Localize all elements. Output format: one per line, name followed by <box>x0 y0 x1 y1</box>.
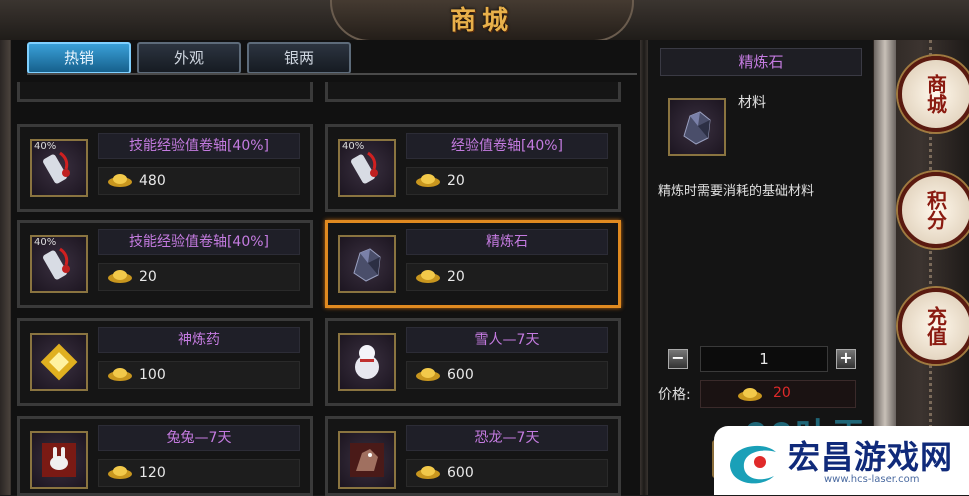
item-grid-panel: 热销 外观 银两 40% 技能经验值卷轴[40%] 480 40% 经验值卷轴[40%]… <box>10 40 641 496</box>
total-price-value: 20 <box>773 385 791 401</box>
item-slot: 40% <box>30 235 88 293</box>
side-button-points[interactable]: 积分 <box>898 172 969 248</box>
quantity-minus-button[interactable]: − <box>668 349 688 369</box>
item-name: 技能经验值卷轴[40%] <box>98 133 300 159</box>
detail-item-type: 材料 <box>738 95 766 111</box>
ore-icon <box>683 111 711 145</box>
item-slot <box>338 235 396 293</box>
detail-item-slot <box>668 98 726 156</box>
gold-ingot-icon <box>108 270 132 283</box>
item-price-box: 20 <box>98 263 300 291</box>
item-card[interactable]: 雪人—7天 600 <box>325 318 621 406</box>
item-badge: 40% <box>34 237 57 248</box>
item-price: 600 <box>447 367 474 383</box>
item-slot: 40% <box>30 139 88 197</box>
tab-appearance[interactable]: 外观 <box>137 42 241 74</box>
top-frame: 商城 <box>0 0 969 44</box>
item-card[interactable]: 兔兔—7天 120 <box>17 416 313 496</box>
item-name: 精炼石 <box>406 229 608 255</box>
item-slot: 40% <box>338 139 396 197</box>
title-roof: 商城 <box>330 0 634 42</box>
gold-ingot-icon <box>108 174 132 187</box>
item-price-box: 100 <box>98 361 300 389</box>
item-price-box: 20 <box>406 167 608 195</box>
item-slot <box>30 333 88 391</box>
item-card[interactable]: 40% 技能经验值卷轴[40%] 20 <box>17 220 313 308</box>
detail-description: 精炼时需要消耗的基础材料 <box>658 184 815 199</box>
detail-title: 精炼石 <box>660 48 862 76</box>
watermark: 宏昌游戏网 www.hcs-laser.com <box>714 426 969 495</box>
item-slot <box>338 431 396 489</box>
quantity-plus-button[interactable]: + <box>836 349 856 369</box>
left-pillar <box>0 40 10 495</box>
item-card-partial[interactable] <box>17 82 313 102</box>
item-name: 恐龙—7天 <box>406 425 608 451</box>
item-price-box: 600 <box>406 361 608 389</box>
item-badge: 40% <box>34 141 57 152</box>
item-price-box: 600 <box>406 459 608 487</box>
item-price: 20 <box>447 269 465 285</box>
tab-silver[interactable]: 银两 <box>247 42 351 74</box>
gold-ingot-icon <box>416 466 440 479</box>
item-price: 100 <box>139 367 166 383</box>
item-name: 雪人—7天 <box>406 327 608 353</box>
gold-ingot-icon <box>416 174 440 187</box>
watermark-logo-icon <box>730 445 776 484</box>
item-card[interactable]: 精炼石 20 <box>325 220 621 308</box>
gold-ingot-icon <box>108 466 132 479</box>
gold-ingot-icon <box>108 368 132 381</box>
item-name: 兔兔—7天 <box>98 425 300 451</box>
tab-hot[interactable]: 热销 <box>27 42 131 74</box>
watermark-text: 宏昌游戏网 <box>788 438 954 476</box>
item-price: 120 <box>139 465 166 481</box>
panel-divider <box>640 40 648 495</box>
gold-ingot-icon <box>416 270 440 283</box>
shop-title: 商城 <box>449 6 514 36</box>
quantity-field[interactable]: 1 <box>700 346 828 372</box>
item-card-partial[interactable] <box>325 82 621 102</box>
item-price: 20 <box>139 269 157 285</box>
item-price: 20 <box>447 173 465 189</box>
item-price-box: 480 <box>98 167 300 195</box>
side-button-recharge[interactable]: 充值 <box>898 288 969 364</box>
gold-ingot-icon <box>738 388 762 401</box>
item-price: 600 <box>447 465 474 481</box>
item-price: 480 <box>139 173 166 189</box>
item-slot <box>338 333 396 391</box>
item-card[interactable]: 40% 技能经验值卷轴[40%] 480 <box>17 124 313 212</box>
item-price-box: 120 <box>98 459 300 487</box>
tab-underline <box>27 73 637 75</box>
item-slot <box>30 431 88 489</box>
price-label: 价格: <box>658 387 691 403</box>
item-name: 神炼药 <box>98 327 300 353</box>
item-name: 经验值卷轴[40%] <box>406 133 608 159</box>
side-button-shop[interactable]: 商城 <box>898 56 969 132</box>
gold-ingot-icon <box>416 368 440 381</box>
item-card[interactable]: 恐龙—7天 600 <box>325 416 621 496</box>
watermark-url: www.hcs-laser.com <box>824 474 920 485</box>
total-price-field: 20 <box>700 380 856 408</box>
item-name: 技能经验值卷轴[40%] <box>98 229 300 255</box>
item-price-box: 20 <box>406 263 608 291</box>
item-badge: 40% <box>342 141 365 152</box>
item-card[interactable]: 40% 经验值卷轴[40%] 20 <box>325 124 621 212</box>
item-card[interactable]: 神炼药 100 <box>17 318 313 406</box>
